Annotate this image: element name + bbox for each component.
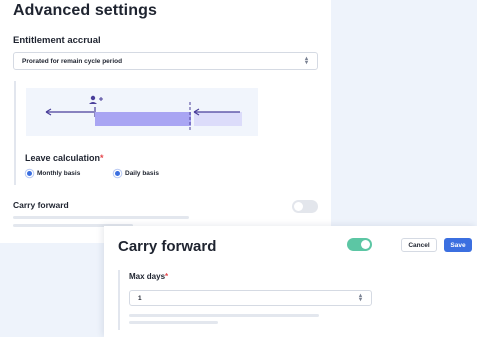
cancel-button[interactable]: Cancel bbox=[401, 238, 437, 252]
entitlement-accrual-label: Entitlement accrual bbox=[13, 35, 101, 46]
carry-forward-panel: Carry forward Cancel Save Max days* 1 ▴ ▾ bbox=[104, 226, 477, 337]
required-mark: * bbox=[100, 153, 104, 163]
placeholder-line bbox=[13, 216, 189, 219]
indent-line bbox=[118, 270, 120, 330]
carry-forward-label: Carry forward bbox=[13, 200, 69, 210]
radio-dot-icon bbox=[115, 171, 120, 176]
leave-calculation-label: Leave calculation* bbox=[25, 153, 104, 163]
carry-forward-enabled-toggle[interactable] bbox=[347, 238, 372, 251]
page-title: Advanced settings bbox=[13, 2, 157, 19]
accrual-diagram bbox=[26, 88, 258, 136]
select-chevron-icon: ▴ ▾ bbox=[358, 293, 362, 303]
entitlement-accrual-select[interactable]: Prorated for remain cycle period ▴ ▾ bbox=[13, 52, 318, 70]
radio-label: Daily basis bbox=[125, 170, 159, 177]
prorated-bar bbox=[95, 112, 191, 126]
max-days-label: Max days* bbox=[129, 272, 169, 281]
save-button[interactable]: Save bbox=[444, 238, 472, 252]
placeholder-line bbox=[129, 314, 319, 317]
next-cycle-bar bbox=[194, 112, 242, 126]
max-days-select[interactable]: 1 ▴ ▾ bbox=[129, 290, 372, 306]
indent-line bbox=[14, 81, 16, 185]
placeholder-line bbox=[129, 321, 218, 324]
radio-dot-icon bbox=[27, 171, 32, 176]
required-mark: * bbox=[165, 272, 169, 281]
max-days-value: 1 bbox=[138, 294, 142, 302]
carry-forward-title: Carry forward bbox=[118, 238, 217, 255]
entitlement-accrual-value: Prorated for remain cycle period bbox=[22, 57, 123, 65]
accrual-diagram-illustration bbox=[45, 95, 242, 130]
carry-forward-toggle[interactable] bbox=[292, 200, 318, 213]
radio-label: Monthly basis bbox=[37, 170, 81, 177]
select-chevron-icon: ▴ ▾ bbox=[304, 56, 308, 66]
add-user-icon bbox=[89, 95, 103, 104]
radio-daily-basis[interactable]: Daily basis bbox=[115, 170, 159, 177]
radio-monthly-basis[interactable]: Monthly basis bbox=[27, 170, 80, 177]
advanced-settings-panel: Advanced settings Entitlement accrual Pr… bbox=[0, 0, 331, 243]
